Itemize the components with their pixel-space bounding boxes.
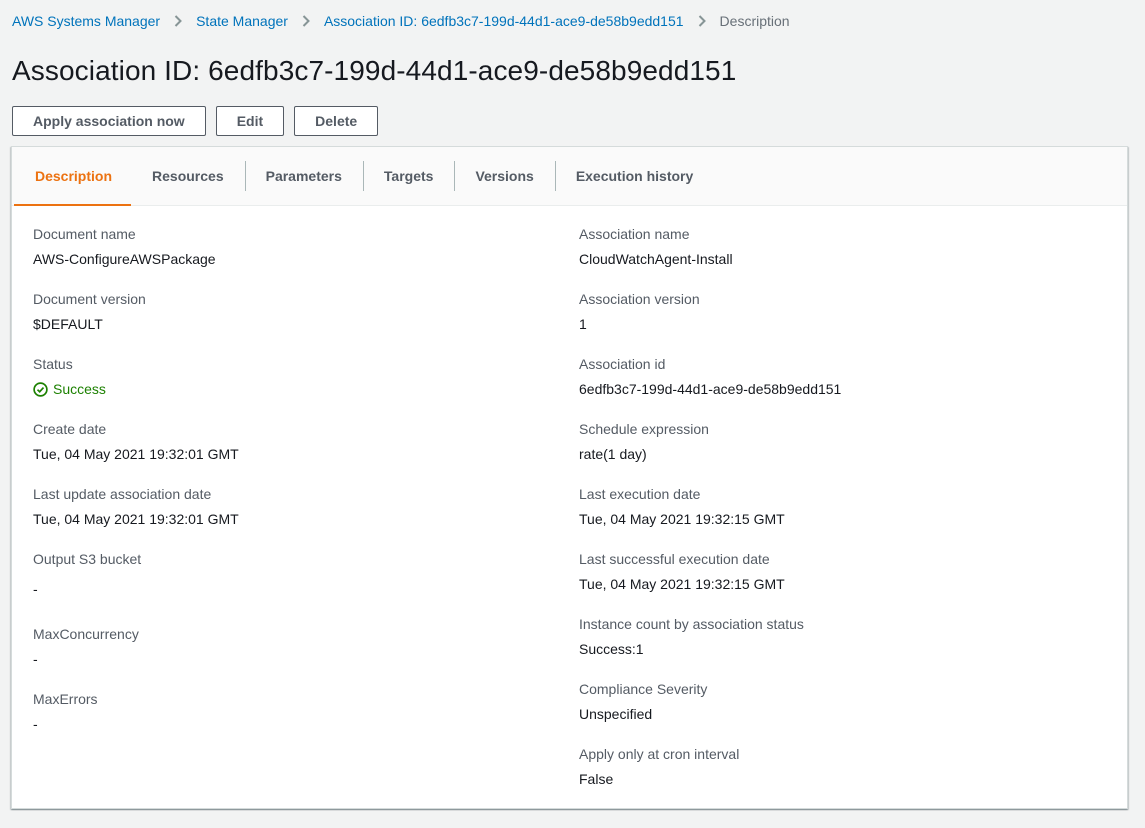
field-label: Output S3 bucket — [33, 551, 142, 567]
field-label: Association version — [579, 291, 700, 307]
field-apply-only-at-cron-interval: Apply only at cron interval False — [579, 744, 1099, 809]
field-value: Tue, 04 May 2021 19:32:01 GMT — [33, 446, 239, 462]
status-text: Success — [53, 381, 106, 397]
field-compliance-severity: Compliance Severity Unspecified — [579, 679, 1099, 744]
breadcrumb-link-state-manager[interactable]: State Manager — [196, 13, 288, 29]
field-value: 1 — [579, 316, 587, 332]
field-last-execution-date: Last execution date Tue, 04 May 2021 19:… — [579, 484, 1099, 549]
field-label: Apply only at cron interval — [579, 746, 740, 762]
details-right-column: Association name CloudWatchAgent-Install… — [579, 224, 1099, 809]
field-value: $DEFAULT — [33, 316, 103, 332]
field-value: Success:1 — [579, 641, 644, 657]
breadcrumb-current: Description — [719, 13, 790, 29]
field-label: Association name — [579, 226, 690, 242]
association-details-panel: Description Resources Parameters Targets… — [11, 146, 1128, 809]
tab-bar: Description Resources Parameters Targets… — [12, 147, 1127, 206]
field-last-update-date: Last update association date Tue, 04 May… — [33, 484, 553, 549]
field-document-version: Document version $DEFAULT — [33, 289, 553, 354]
field-label: Compliance Severity — [579, 681, 708, 697]
field-document-name: Document name AWS-ConfigureAWSPackage — [33, 224, 553, 289]
field-label: Last execution date — [579, 486, 701, 502]
field-label: Schedule expression — [579, 421, 709, 437]
check-circle-icon — [33, 381, 48, 397]
field-label: MaxConcurrency — [33, 626, 139, 642]
field-value: Tue, 04 May 2021 19:32:01 GMT — [33, 511, 239, 527]
action-buttons: Apply association now Edit Delete — [12, 106, 379, 136]
tab-description[interactable]: Description — [14, 147, 132, 206]
details-left-column: Document name AWS-ConfigureAWSPackage Do… — [33, 224, 553, 754]
field-label: Document version — [33, 291, 146, 307]
field-value: - — [33, 651, 38, 667]
breadcrumb-link-systems-manager[interactable]: AWS Systems Manager — [12, 13, 160, 29]
field-label: Instance count by association status — [579, 616, 804, 632]
delete-button[interactable]: Delete — [294, 106, 379, 136]
field-label: Create date — [33, 421, 107, 437]
tab-versions[interactable]: Versions — [454, 147, 554, 205]
field-value: CloudWatchAgent-Install — [579, 251, 733, 267]
chevron-right-icon — [698, 15, 706, 27]
tab-parameters[interactable]: Parameters — [244, 147, 363, 205]
field-label: Association id — [579, 356, 666, 372]
field-last-successful-execution-date: Last successful execution date Tue, 04 M… — [579, 549, 1099, 614]
page-title: Association ID: 6edfb3c7-199d-44d1-ace9-… — [12, 55, 737, 86]
field-association-version: Association version 1 — [579, 289, 1099, 354]
field-status: Status Success — [33, 354, 553, 419]
field-value: False — [579, 771, 614, 787]
field-value: - — [33, 581, 38, 597]
edit-button[interactable]: Edit — [215, 106, 285, 136]
field-value: Tue, 04 May 2021 19:32:15 GMT — [579, 576, 785, 592]
chevron-right-icon — [302, 15, 310, 27]
status-indicator: Success — [33, 379, 553, 399]
breadcrumb-link-association[interactable]: Association ID: 6edfb3c7-199d-44d1-ace9-… — [324, 13, 684, 29]
tab-execution-history[interactable]: Execution history — [554, 147, 714, 205]
field-label: Last successful execution date — [579, 551, 770, 567]
field-value: - — [33, 716, 38, 732]
field-create-date: Create date Tue, 04 May 2021 19:32:01 GM… — [33, 419, 553, 484]
field-label: Status — [33, 356, 73, 372]
field-value: Tue, 04 May 2021 19:32:15 GMT — [579, 511, 785, 527]
field-label: MaxErrors — [33, 691, 98, 707]
field-value: AWS-ConfigureAWSPackage — [33, 251, 216, 267]
field-max-concurrency: MaxConcurrency - — [33, 624, 553, 689]
apply-association-now-button[interactable]: Apply association now — [12, 106, 206, 136]
field-value: Unspecified — [579, 706, 653, 722]
field-association-id: Association id 6edfb3c7-199d-44d1-ace9-d… — [579, 354, 1099, 419]
field-output-s3-bucket: Output S3 bucket - — [33, 549, 553, 624]
tab-targets[interactable]: Targets — [362, 147, 455, 205]
field-instance-count: Instance count by association status Suc… — [579, 614, 1099, 679]
field-max-errors: MaxErrors - — [33, 689, 553, 754]
field-association-name: Association name CloudWatchAgent-Install — [579, 224, 1099, 289]
field-value: 6edfb3c7-199d-44d1-ace9-de58b9edd151 — [579, 381, 842, 397]
breadcrumb: AWS Systems Manager State Manager Associ… — [12, 12, 790, 30]
field-schedule-expression: Schedule expression rate(1 day) — [579, 419, 1099, 484]
chevron-right-icon — [174, 15, 183, 27]
field-label: Last update association date — [33, 486, 212, 502]
tab-resources[interactable]: Resources — [131, 147, 245, 205]
field-label: Document name — [33, 226, 136, 242]
field-value: rate(1 day) — [579, 446, 647, 462]
